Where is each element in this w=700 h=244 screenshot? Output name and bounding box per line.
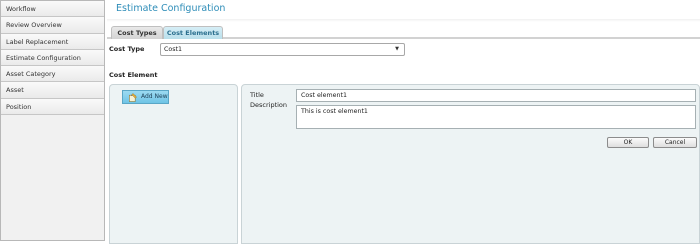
cost-element-heading: Cost Element: [109, 71, 158, 79]
cost-type-selected-value: Cost1: [164, 46, 183, 53]
sidebar-item-label-replacement[interactable]: Label Replacement: [1, 33, 104, 50]
tab-bar: Cost Types Cost Elements: [107, 26, 700, 39]
sidebar-item-asset[interactable]: Asset: [1, 82, 104, 99]
sidebar-item-position[interactable]: Position: [1, 98, 104, 116]
cost-element-detail-panel: Title Description This is cost element1 …: [241, 84, 700, 244]
sidebar-item-workflow[interactable]: Workflow: [1, 1, 104, 18]
add-new-label: Add New: [141, 93, 168, 100]
description-label: Description: [250, 101, 288, 109]
add-new-button[interactable]: Add New: [122, 90, 169, 104]
main-content: Estimate Configuration Cost Types Cost E…: [107, 0, 700, 244]
title-label: Title: [250, 91, 264, 99]
sidebar-item-review-overview[interactable]: Review Overview: [1, 17, 104, 34]
sidebar-item-asset-category[interactable]: Asset Category: [1, 66, 104, 83]
title-divider: [107, 19, 700, 22]
add-new-icon: [129, 93, 137, 102]
ok-button[interactable]: OK: [607, 137, 649, 148]
tab-cost-elements[interactable]: Cost Elements: [163, 26, 223, 39]
title-input[interactable]: [296, 89, 696, 102]
sidebar-item-estimate-configuration[interactable]: Estimate Configuration: [1, 49, 104, 67]
tab-cost-types[interactable]: Cost Types: [111, 26, 163, 39]
cancel-button[interactable]: Cancel: [653, 137, 697, 148]
chevron-down-icon[interactable]: ▼: [395, 44, 399, 55]
sidebar: Workflow Review Overview Label Replaceme…: [0, 0, 105, 241]
cost-type-select[interactable]: Cost1 ▼: [160, 43, 405, 56]
cost-element-list-panel: Add New: [109, 84, 238, 244]
description-textarea[interactable]: This is cost element1: [296, 105, 696, 129]
cost-type-label: Cost Type: [109, 45, 145, 53]
page-title: Estimate Configuration: [116, 3, 226, 14]
